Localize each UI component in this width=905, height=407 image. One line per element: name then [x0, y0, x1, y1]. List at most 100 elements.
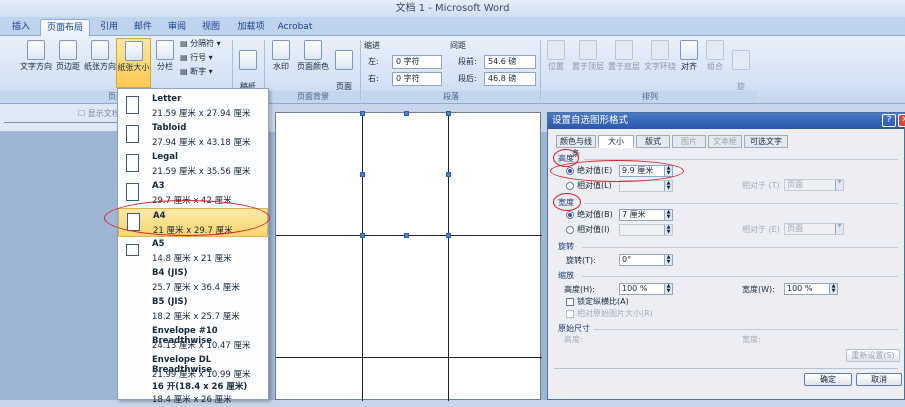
section-divider: [582, 247, 898, 248]
resize-handle[interactable]: [446, 111, 451, 116]
position-button[interactable]: 位置: [544, 40, 568, 72]
tab-colors-lines[interactable]: 颜色与线条: [556, 135, 596, 158]
height-relative-to-select[interactable]: 页面 ▼: [784, 179, 844, 191]
resize-handle[interactable]: [404, 111, 409, 116]
spacing-before-label: 段前:: [458, 57, 477, 66]
tab-acrobat[interactable]: Acrobat: [274, 19, 316, 36]
page-icon: [126, 154, 139, 172]
group-button[interactable]: 组合: [704, 40, 726, 72]
page-color-button[interactable]: 页面颜色: [296, 40, 330, 72]
dialog-title: 设置自选图形格式: [552, 115, 629, 126]
align-button[interactable]: 对齐: [678, 40, 700, 72]
tab-addins[interactable]: 加载项: [232, 19, 270, 36]
text-direction-button[interactable]: 文字方向: [20, 40, 52, 72]
ribbon-tabs: 插入 页面布局 引用 邮件 审阅 视图 加载项 Acrobat: [0, 17, 905, 36]
tab-layout[interactable]: 版式: [636, 135, 670, 148]
ok-button[interactable]: 确定: [804, 373, 852, 386]
margins-button[interactable]: 页边距: [54, 40, 82, 72]
width-relative-input[interactable]: ▲ ▼: [619, 224, 673, 236]
section-divider: [582, 276, 898, 277]
spinner-arrows[interactable]: ▲ ▼: [664, 255, 672, 265]
watermark-icon: [272, 40, 290, 60]
spinner-arrows[interactable]: ▲ ▼: [664, 284, 672, 294]
bring-to-front-icon: [579, 40, 597, 60]
scale-height-input[interactable]: 100 % ▲ ▼: [619, 283, 673, 295]
watermark-button[interactable]: 水印: [268, 40, 294, 72]
spinner-arrows[interactable]: ▲ ▼: [664, 225, 672, 235]
resize-handle[interactable]: [404, 233, 409, 238]
indent-right-input[interactable]: 0 字符: [392, 72, 442, 86]
rotation-input[interactable]: 0° ▲ ▼: [619, 254, 673, 266]
indent-title: 缩进: [364, 41, 380, 50]
paper-option-b5[interactable]: B5 (JIS) 18.2 厘米 x 25.7 厘米: [118, 295, 268, 324]
width-absolute-radio[interactable]: [566, 211, 574, 219]
paper-size-button[interactable]: 纸张大小: [116, 38, 151, 88]
annotation-circle: [104, 200, 270, 236]
resize-handle[interactable]: [360, 111, 365, 116]
close-icon[interactable]: ✕: [898, 114, 905, 127]
help-icon[interactable]: ?: [882, 114, 896, 127]
reset-button[interactable]: 重新设置(S): [846, 349, 900, 362]
width-relative-to-select[interactable]: 页面 ▼: [784, 223, 844, 235]
tab-mailings[interactable]: 邮件: [128, 19, 158, 36]
breaks-button[interactable]: ▤ 分隔符 ▾: [180, 38, 221, 50]
paper-option-legal[interactable]: Legal 21.59 厘米 x 35.56 厘米: [118, 150, 268, 179]
paper-option-b4[interactable]: B4 (JIS) 25.7 厘米 x 36.4 厘米: [118, 266, 268, 295]
height-relative-label: 相对值(L): [577, 181, 612, 190]
paper-option-envelope-10[interactable]: Envelope #10 Breadthwise 24.13 厘米 x 10.4…: [118, 324, 268, 353]
width-absolute-input[interactable]: 7 厘米 ▲ ▼: [619, 209, 673, 221]
resize-handle[interactable]: [446, 233, 451, 238]
group-label-page-background: 页面背景: [266, 91, 360, 103]
format-shape-dialog: 设置自选图形格式 ? ✕ 颜色与线条 大小 版式 图片 文本框 可选文字 高度 …: [547, 112, 905, 400]
group-label-arrange: 排列: [542, 91, 758, 103]
lock-aspect-label: 锁定纵横比(A): [577, 297, 629, 306]
resize-handle[interactable]: [360, 233, 365, 238]
align-icon: [680, 40, 698, 60]
page-icon: [126, 96, 139, 114]
spinner-arrows[interactable]: ▲ ▼: [829, 284, 837, 294]
tab-references[interactable]: 引用: [94, 19, 124, 36]
original-width-label: 宽度:: [742, 335, 761, 344]
show-document-toggle[interactable]: ☐ 显示文档: [78, 108, 120, 120]
hyphenation-button[interactable]: ▤ 断字 ▾: [180, 66, 213, 78]
orientation-button[interactable]: 纸张方向: [84, 40, 116, 72]
height-relative-radio[interactable]: [566, 182, 574, 190]
tab-alt-text[interactable]: 可选文字: [744, 135, 788, 148]
paper-option-tabloid[interactable]: Tabloid 27.94 厘米 x 43.18 厘米: [118, 121, 268, 150]
tab-size[interactable]: 大小: [598, 135, 634, 148]
scale-width-input[interactable]: 100 % ▲ ▼: [784, 283, 838, 295]
scale-width-label: 宽度(W):: [742, 285, 775, 294]
tab-review[interactable]: 审阅: [162, 19, 192, 36]
width-relative-radio[interactable]: [566, 226, 574, 234]
spacing-before-input[interactable]: 54.6 磅: [484, 55, 536, 69]
spacing-after-input[interactable]: 46.8 磅: [484, 72, 536, 86]
paper-option-letter[interactable]: Letter 21.59 厘米 x 27.94 厘米: [118, 92, 268, 121]
spinner-arrows[interactable]: ▲ ▼: [664, 210, 672, 220]
indent-left-label: 左:: [368, 57, 379, 66]
columns-button[interactable]: 分栏: [154, 40, 176, 72]
tab-page-layout[interactable]: 页面布局: [40, 19, 90, 36]
section-divider: [594, 329, 898, 330]
annotation-circle: [550, 160, 684, 182]
paper-size-menu: Letter 21.59 厘米 x 27.94 厘米 Tabloid 27.94…: [117, 88, 269, 405]
group-label-paragraph: 段落: [362, 91, 540, 103]
cancel-button[interactable]: 取消: [856, 373, 902, 386]
resize-handle[interactable]: [446, 172, 451, 177]
bring-to-front-button[interactable]: 置于顶层: [570, 40, 606, 72]
tab-textbox[interactable]: 文本框: [708, 135, 742, 148]
tab-view[interactable]: 视图: [196, 19, 226, 36]
resize-handle[interactable]: [360, 172, 365, 177]
relative-original-checkbox[interactable]: [566, 310, 574, 318]
paper-option-16k[interactable]: 16 开(18.4 x 26 厘米) 18.4 厘米 x 26 厘米: [118, 378, 268, 407]
send-to-back-button[interactable]: 置于底层: [606, 40, 642, 72]
indent-left-input[interactable]: 0 字符: [392, 55, 442, 69]
document-page[interactable]: [275, 111, 542, 401]
lock-aspect-checkbox[interactable]: [566, 298, 574, 306]
title-bar: 文档 1 - Microsoft Word: [0, 0, 905, 17]
line-numbers-button[interactable]: ▤ 行号 ▾: [180, 52, 213, 64]
text-wrap-button[interactable]: 文字环绕: [642, 40, 678, 72]
spinner-arrows[interactable]: ▲ ▼: [664, 181, 672, 191]
tab-picture[interactable]: 图片: [672, 135, 706, 148]
tab-insert[interactable]: 插入: [6, 19, 36, 36]
paper-option-a5[interactable]: A5 14.8 厘米 x 21 厘米: [118, 237, 268, 266]
